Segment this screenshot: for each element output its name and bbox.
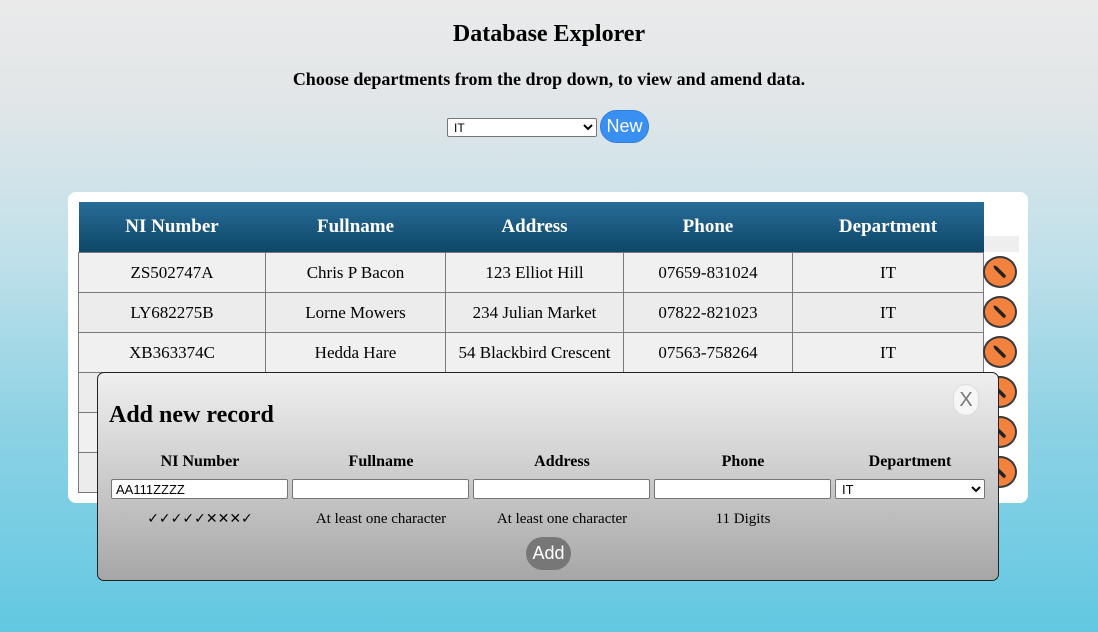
table-row: LY682275B Lorne Mowers 234 Julian Market 07… — [78, 292, 984, 333]
modal-header-phone: Phone — [721, 453, 765, 470]
table-cell: 123 Elliot Hill — [445, 252, 624, 293]
table-cell: Lorne Mowers — [265, 292, 446, 333]
department-select[interactable]: IT — [447, 118, 597, 137]
column-header-phone: Phone — [623, 202, 793, 253]
table-cell: 54 Blackbird Crescent — [445, 332, 624, 373]
table-cell: IT — [792, 252, 984, 293]
phone-validation: 11 Digits — [715, 511, 771, 527]
fullname-input[interactable] — [292, 479, 469, 499]
ni-validation: ✓✓✓✓✓✕✕✕✓ — [147, 511, 253, 527]
table-strip — [983, 236, 1019, 252]
table-cell: 234 Julian Market — [445, 292, 624, 333]
table-row: XB363374C Hedda Hare 54 Blackbird Crescent… — [78, 332, 984, 373]
ni-number-input[interactable] — [111, 479, 288, 499]
table-cell: ZS502747A — [78, 252, 266, 293]
pencil-icon — [993, 305, 1006, 318]
column-header-fullname: Fullname — [265, 202, 446, 253]
modal-department-select[interactable]: IT — [835, 479, 985, 499]
add-button[interactable]: Add — [526, 537, 571, 570]
modal-header-fullname: Fullname — [348, 453, 414, 470]
column-header-ni: NI Number — [78, 202, 266, 253]
page-subtitle: Choose departments from the drop down, t… — [292, 69, 806, 89]
column-header-department: Department — [792, 202, 984, 253]
table-cell: 07822-821023 — [623, 292, 793, 333]
page-title: Database Explorer — [452, 21, 646, 47]
column-header-address: Address — [445, 202, 624, 253]
modal-title: Add new record — [109, 402, 274, 428]
table-row: ZS502747A Chris P Bacon 123 Elliot Hill 076… — [78, 252, 984, 293]
edit-row-button[interactable] — [983, 296, 1017, 328]
modal-header-department: Department — [868, 453, 952, 470]
pencil-icon — [993, 345, 1006, 358]
table-cell: Hedda Hare — [265, 332, 446, 373]
pencil-icon — [993, 265, 1006, 278]
table-header-row: NI Number Fullname Address Phone Departm… — [78, 202, 984, 253]
phone-input[interactable] — [654, 479, 831, 499]
modal-header-ni: NI Number — [160, 453, 240, 470]
table-cell: Chris P Bacon — [265, 252, 446, 293]
edit-row-button[interactable] — [983, 256, 1017, 288]
fullname-validation: At least one character — [315, 511, 447, 527]
edit-row-button[interactable] — [983, 336, 1017, 368]
table-cell: 07563-758264 — [623, 332, 793, 373]
table-cell: 07659-831024 — [623, 252, 793, 293]
table-cell: IT — [792, 292, 984, 333]
add-record-modal: Add new record X NI Number Fullname Addr… — [97, 372, 999, 581]
table-cell: IT — [792, 332, 984, 373]
modal-header-address: Address — [534, 453, 590, 470]
address-input[interactable] — [473, 479, 650, 499]
close-button[interactable]: X — [953, 384, 979, 416]
new-record-button[interactable]: New — [600, 110, 649, 143]
address-validation: At least one character — [496, 511, 628, 527]
table-cell: XB363374C — [78, 332, 266, 373]
table-cell: LY682275B — [78, 292, 266, 333]
